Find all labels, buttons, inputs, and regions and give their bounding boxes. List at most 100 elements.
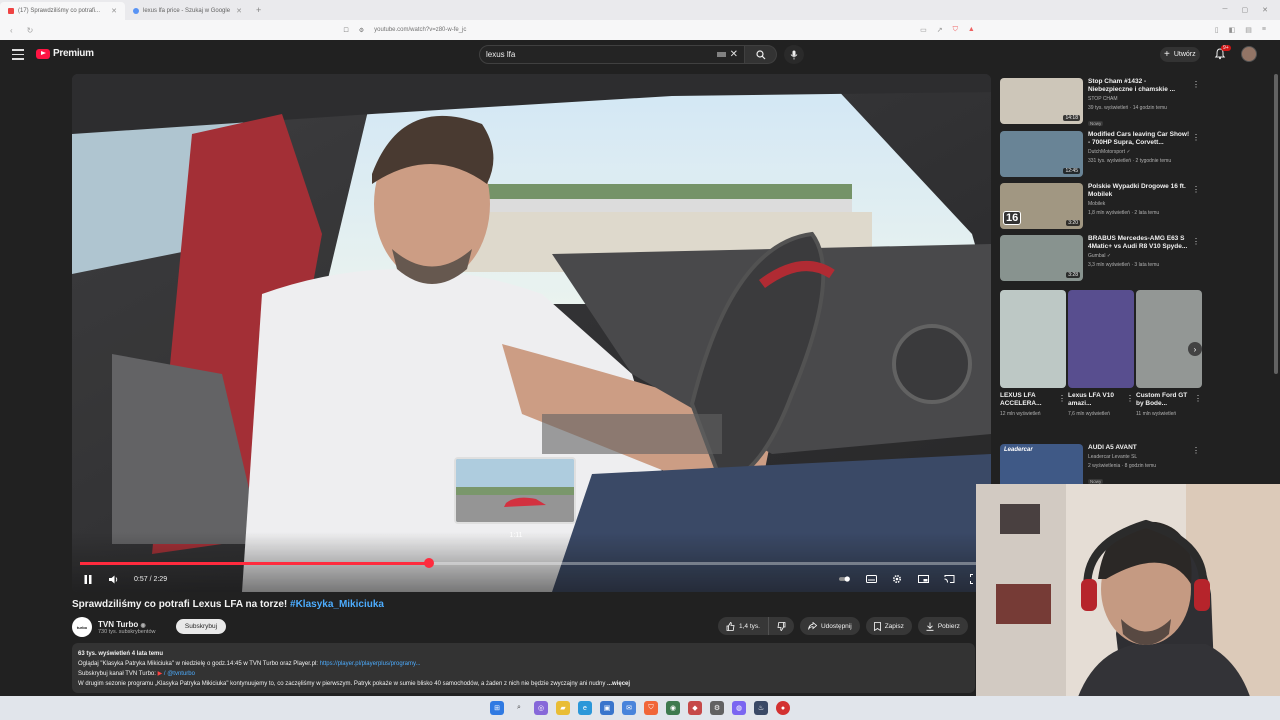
more-options-icon[interactable]: ⋮	[1192, 80, 1200, 89]
short-title[interactable]: Lexus LFA V10 amazi...	[1068, 392, 1122, 408]
subtitles-button[interactable]	[865, 573, 877, 585]
more-options-icon[interactable]: ⋮	[1126, 394, 1134, 403]
browser-tab-google[interactable]: lexus lfa price - Szukaj w Google ✕	[125, 2, 250, 20]
app-icon[interactable]: ◆	[688, 701, 702, 715]
video-description[interactable]: 63 tys. wyświetleń 4 lata temu Oglądaj "…	[72, 643, 975, 693]
wallet-icon[interactable]: ▤	[1245, 26, 1252, 34]
minimize-icon[interactable]: ─	[1223, 6, 1228, 14]
youtube-premium-logo[interactable]: Premium	[36, 48, 94, 59]
bookmark-icon[interactable]: ☐	[343, 27, 348, 34]
video-title[interactable]: BRABUS Mercedes-AMG E63 S 4Matic+ vs Aud…	[1088, 235, 1190, 251]
sidebar-icon[interactable]: ▯	[1215, 26, 1219, 34]
obs-record-icon[interactable]: ●	[776, 701, 790, 715]
browser-tab-youtube[interactable]: (17) Sprawdziliśmy co potrafi... ✕	[0, 2, 125, 20]
save-button[interactable]: Zapisz	[865, 617, 912, 635]
subscribe-button[interactable]: Subskrybuj	[176, 619, 226, 634]
settings-button[interactable]	[891, 573, 903, 585]
nvidia-icon[interactable]: ◉	[666, 701, 680, 715]
video-thumbnail[interactable]: 14:18	[1000, 78, 1083, 124]
rewards-icon[interactable]: ▲	[968, 26, 975, 34]
dislike-button[interactable]	[767, 617, 794, 635]
player-link[interactable]: https://player.pl/playerplus/programy...	[320, 661, 421, 667]
hamburger-menu-icon[interactable]	[12, 49, 24, 60]
autoplay-toggle[interactable]	[839, 573, 851, 585]
steam-icon[interactable]: ♨	[754, 701, 768, 715]
video-thumbnail[interactable]: 3:28	[1000, 235, 1083, 281]
extensions-icon[interactable]: ◧	[1229, 26, 1236, 34]
recommendation-item[interactable]: 12:45 Modified Cars leaving Car Show! - 7…	[1000, 131, 1200, 179]
channel-name[interactable]: Mobilek	[1088, 201, 1190, 208]
more-options-icon[interactable]: ⋮	[1192, 133, 1200, 142]
copilot-icon[interactable]: ◎	[534, 701, 548, 715]
more-options-icon[interactable]: ⋮	[1194, 394, 1202, 403]
recommendation-item[interactable]: 16 3:20 Polskie Wypadki Drogowe 16 ft. Mob…	[1000, 183, 1200, 231]
video-thumbnail[interactable]: 12:45	[1000, 131, 1083, 177]
mail-icon[interactable]: ✉	[622, 701, 636, 715]
recommendation-item[interactable]: 14:18 Stop Cham #1432 - Niebezpieczne i c…	[1000, 78, 1200, 126]
progress-bar[interactable]	[80, 558, 976, 568]
like-button[interactable]: 1,4 tys.	[718, 617, 768, 635]
channel-avatar[interactable]: turbo	[72, 617, 92, 637]
notifications-button[interactable]: 9+	[1214, 45, 1231, 61]
create-button[interactable]: + Utwórz	[1160, 47, 1200, 62]
short-item[interactable]: Lexus LFA V10 amazi... 7,6 mln wyświetleń…	[1068, 290, 1134, 418]
close-tab-icon[interactable]: ✕	[236, 7, 242, 15]
settings-icon[interactable]: ⚙	[710, 701, 724, 715]
new-tab-icon[interactable]: +	[250, 5, 267, 15]
hashtag-link[interactable]: #Klasyka_Mikiciuka	[290, 599, 384, 610]
brave-shield-icon[interactable]: ⛉	[953, 26, 958, 34]
video-player[interactable]: 1:11 0:57 / 2:29	[72, 74, 991, 592]
more-options-icon[interactable]: ⋮	[1192, 185, 1200, 194]
screen-icon[interactable]: ▭	[920, 26, 927, 34]
site-info-icon[interactable]: ⚙	[359, 27, 364, 34]
more-options-icon[interactable]: ⋮	[1058, 394, 1066, 403]
video-title[interactable]: Polskie Wypadki Drogowe 16 ft. Mobilek	[1088, 183, 1190, 199]
short-thumbnail[interactable]	[1068, 290, 1134, 388]
download-button[interactable]: Pobierz	[917, 617, 968, 635]
channel-name[interactable]: STOP CHAM	[1088, 96, 1190, 103]
reload-icon[interactable]: ↻	[27, 26, 34, 35]
video-title[interactable]: Stop Cham #1432 - Niebezpieczne i chamsk…	[1088, 78, 1190, 94]
keyboard-icon[interactable]	[716, 52, 726, 57]
shorts-next-button[interactable]: ›	[1188, 342, 1202, 356]
clear-search-icon[interactable]: ✕	[730, 49, 738, 60]
store-icon[interactable]: ▣	[600, 701, 614, 715]
short-item[interactable]: LEXUS LFA ACCELERA... 12 mln wyświetleń ⋮	[1000, 290, 1066, 418]
page-scrollbar[interactable]	[1274, 74, 1278, 374]
edge-browser-icon[interactable]: e	[578, 701, 592, 715]
short-thumbnail[interactable]	[1000, 290, 1066, 388]
channel-handle-link[interactable]: / @tvnturbo	[164, 671, 195, 677]
search-button[interactable]	[745, 45, 777, 64]
video-thumbnail[interactable]: 16 3:20	[1000, 183, 1083, 229]
more-options-icon[interactable]: ⋮	[1192, 237, 1200, 246]
miniplayer-button[interactable]	[917, 573, 929, 585]
short-thumbnail[interactable]	[1136, 290, 1202, 388]
voice-search-button[interactable]	[784, 45, 804, 64]
channel-name[interactable]: Gumbal ✓	[1088, 253, 1190, 260]
file-explorer-icon[interactable]: ▰	[556, 701, 570, 715]
pause-button[interactable]	[82, 573, 94, 585]
search-input[interactable]: lexus lfa ✕	[479, 45, 745, 64]
volume-button[interactable]	[108, 573, 120, 585]
short-title[interactable]: LEXUS LFA ACCELERA...	[1000, 392, 1054, 408]
short-title[interactable]: Custom Ford GT by Bode...	[1136, 392, 1190, 408]
more-options-icon[interactable]: ⋮	[1192, 446, 1200, 455]
brave-browser-icon[interactable]: ⛉	[644, 701, 658, 715]
close-window-icon[interactable]: ✕	[1262, 6, 1268, 14]
channel-name[interactable]: TVN Turbo ◉	[98, 620, 155, 629]
maximize-icon[interactable]: ▢	[1242, 6, 1249, 14]
channel-name[interactable]: DutchMotorsport ✓	[1088, 149, 1190, 156]
menu-icon[interactable]: ≡	[1262, 26, 1266, 34]
share-icon[interactable]: ↗	[937, 26, 943, 34]
show-more-button[interactable]: ...więcej	[607, 681, 630, 687]
video-title[interactable]: Modified Cars leaving Car Show! - 700HP …	[1088, 131, 1190, 147]
search-icon[interactable]: ⌕	[512, 701, 526, 715]
close-tab-icon[interactable]: ✕	[111, 7, 117, 15]
cast-button[interactable]	[943, 573, 955, 585]
back-icon[interactable]: ‹	[10, 26, 13, 35]
windows-start-icon[interactable]: ⊞	[490, 701, 504, 715]
recommendation-item[interactable]: 3:28 BRABUS Mercedes-AMG E63 S 4Matic+ vs…	[1000, 235, 1200, 283]
video-title[interactable]: AUDI A5 AVANT	[1088, 444, 1190, 452]
channel-name[interactable]: Leadercar Levante SL	[1088, 454, 1190, 461]
account-avatar[interactable]	[1241, 46, 1257, 62]
